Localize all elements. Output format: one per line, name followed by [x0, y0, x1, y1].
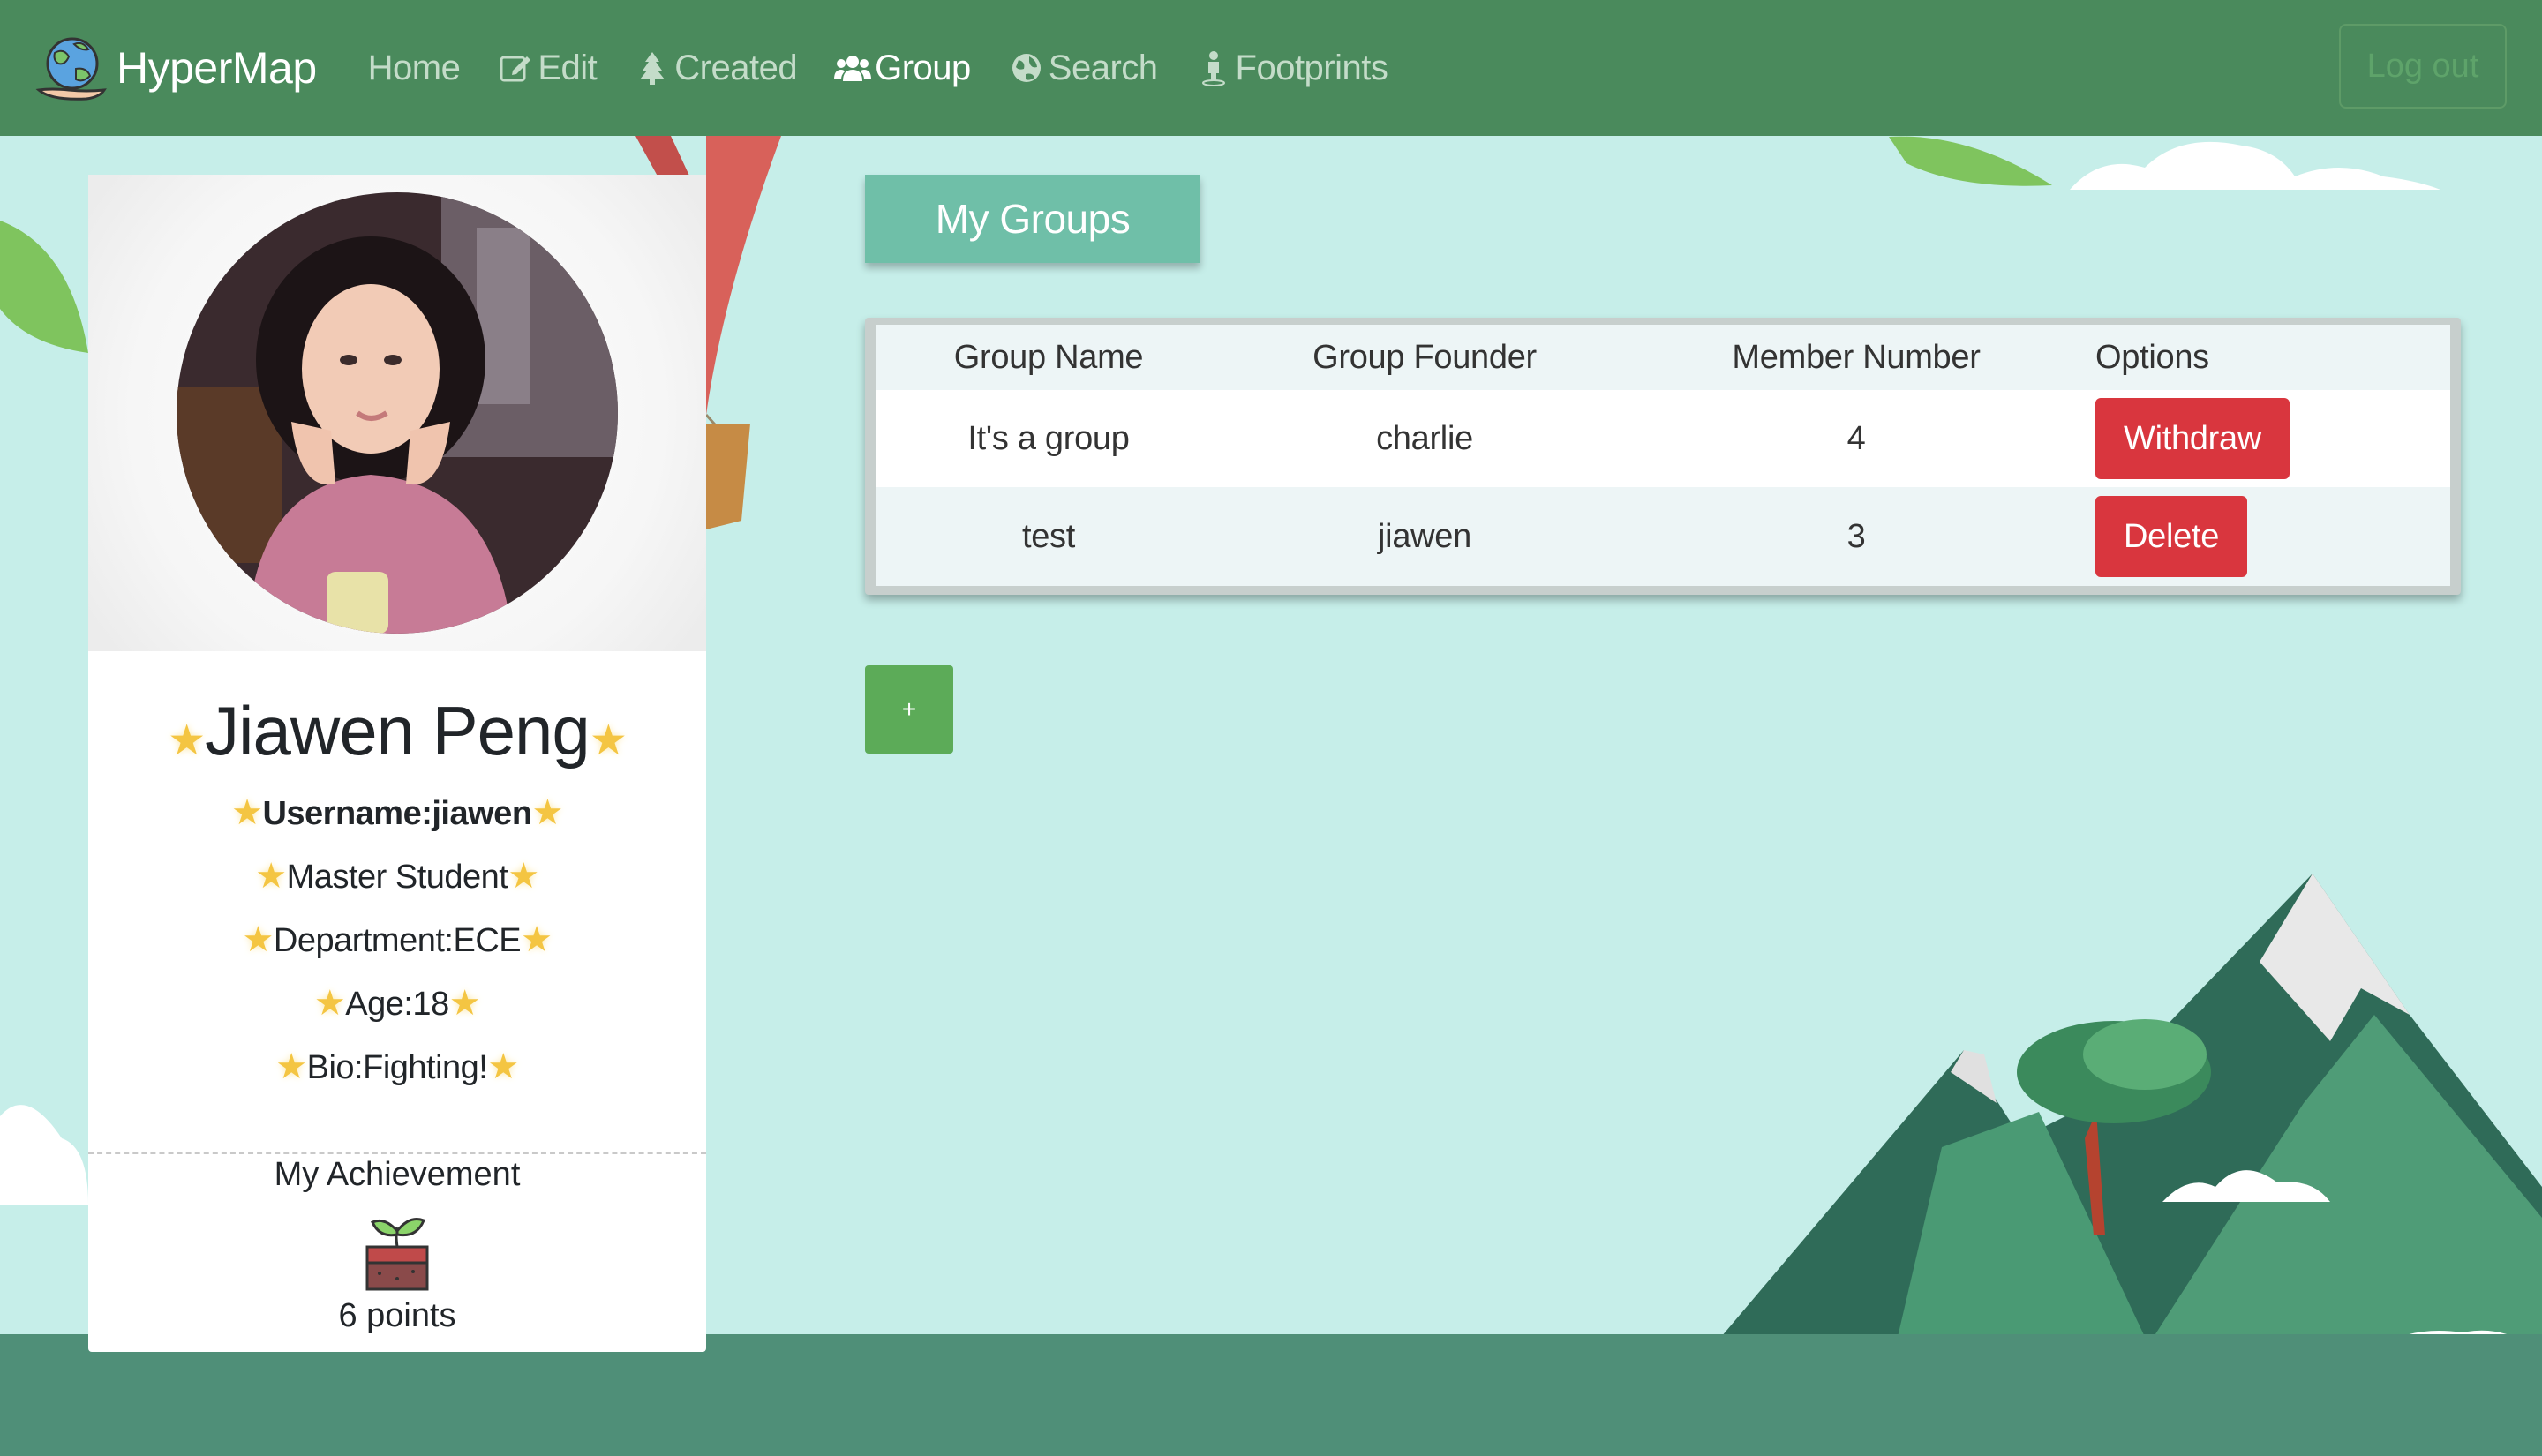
profile-username: ★Username:jiawen★: [88, 792, 706, 833]
star-icon: ★: [255, 857, 287, 896]
star-icon: ★: [487, 1047, 519, 1086]
nav-home[interactable]: Home: [368, 49, 461, 88]
star-icon: ★: [313, 984, 346, 1023]
star-icon: ★: [531, 793, 564, 832]
group-name-cell: It's a group: [967, 419, 1130, 457]
profile-username-text: Username:jiawen: [262, 795, 532, 832]
globe-icon: [1012, 54, 1041, 82]
withdraw-button[interactable]: Withdraw: [2095, 398, 2290, 479]
nav-footprints[interactable]: Footprints: [1195, 49, 1388, 88]
profile-role: ★Master Student★: [88, 856, 706, 897]
avatar-area: [88, 175, 706, 651]
add-group-button[interactable]: +: [865, 665, 953, 754]
profile-card: ★Jiawen Peng★ ★Username:jiawen★ ★Master …: [88, 175, 706, 1352]
profile-age: ★Age:18★: [88, 983, 706, 1024]
star-icon: ★: [231, 793, 263, 832]
profile-department-text: Department:ECE: [273, 922, 522, 959]
profile-age-text: Age:18: [345, 986, 449, 1023]
column-header-member-number: Member Number: [1732, 338, 1981, 376]
table-row: It's a group charlie 4 Withdraw: [876, 390, 2450, 487]
edit-icon: [500, 56, 531, 82]
profile-department: ★Department:ECE★: [88, 919, 706, 960]
star-icon: ★: [275, 1047, 307, 1086]
group-founder-cell: jiawen: [1378, 517, 1471, 555]
logout-button[interactable]: Log out: [2339, 24, 2507, 109]
delete-button[interactable]: Delete: [2095, 496, 2248, 577]
profile-bio-text: Bio:Fighting!: [306, 1049, 488, 1086]
avatar-photo: [177, 192, 618, 634]
cloud-top: [2070, 141, 2440, 190]
sprout-icon: [365, 1218, 429, 1291]
profile-role-text: Master Student: [286, 859, 508, 896]
table-row: test jiawen 3 Delete: [876, 487, 2450, 586]
group-founder-cell: charlie: [1376, 419, 1473, 457]
member-number-cell: 3: [1846, 517, 1866, 555]
leaf-top: [1889, 136, 2052, 186]
nav-created[interactable]: Created: [634, 48, 798, 88]
nav-created-label: Created: [674, 48, 798, 87]
nav-group-label: Group: [875, 48, 971, 87]
profile-name-text: Jiawen Peng: [205, 692, 590, 769]
groups-table: Group Name Group Founder Member Number O…: [865, 318, 2461, 595]
groups-table-body: Group Name Group Founder Member Number O…: [876, 325, 2450, 586]
column-header-group-founder: Group Founder: [1312, 338, 1537, 376]
nav-group[interactable]: Group: [834, 49, 971, 88]
star-icon: ★: [508, 857, 539, 896]
brand-name: HyperMap: [117, 43, 317, 93]
nav-search-label: Search: [1048, 48, 1158, 87]
star-icon: ★: [242, 920, 275, 959]
avatar[interactable]: [177, 192, 618, 634]
cloud-left: [0, 1105, 88, 1205]
navbar: HyperMap Home Edit Created Group Search …: [0, 0, 2542, 136]
nav-search[interactable]: Search: [1008, 49, 1158, 88]
profile-bio: ★Bio:Fighting!★: [88, 1047, 706, 1087]
star-icon: ★: [168, 717, 206, 764]
column-header-options: Options: [2095, 338, 2209, 376]
options-cell: Withdraw: [2095, 390, 2448, 487]
person-icon: [1201, 51, 1225, 86]
options-cell: Delete: [2095, 487, 2448, 586]
achievement-points: 6 points: [338, 1297, 456, 1334]
ground: [0, 1334, 2542, 1456]
star-icon: ★: [448, 984, 481, 1023]
balloon-basket: [706, 424, 750, 529]
nav-edit[interactable]: Edit: [497, 48, 598, 88]
brand[interactable]: HyperMap: [34, 28, 317, 108]
users-icon: [834, 56, 872, 81]
member-number-cell: 4: [1846, 419, 1866, 457]
achievement-title: My Achievement: [274, 1156, 521, 1193]
table-header-row: Group Name Group Founder Member Number O…: [876, 325, 2450, 390]
nav-home-label: Home: [367, 48, 461, 87]
globe-hand-logo-icon: [35, 37, 107, 101]
my-groups-header: My Groups: [865, 175, 1200, 263]
group-name-cell: test: [1021, 517, 1076, 555]
tree-icon: [640, 52, 666, 85]
column-header-group-name: Group Name: [953, 338, 1144, 376]
leaf-left: [0, 221, 88, 353]
nav-edit-label: Edit: [538, 48, 598, 87]
profile-name: ★Jiawen Peng★: [88, 691, 706, 771]
nav-footprints-label: Footprints: [1235, 48, 1388, 87]
divider: [88, 1152, 706, 1154]
nav-links: Home Edit Created Group Search Footprint…: [368, 49, 1425, 88]
star-icon: ★: [589, 717, 628, 764]
star-icon: ★: [521, 920, 553, 959]
